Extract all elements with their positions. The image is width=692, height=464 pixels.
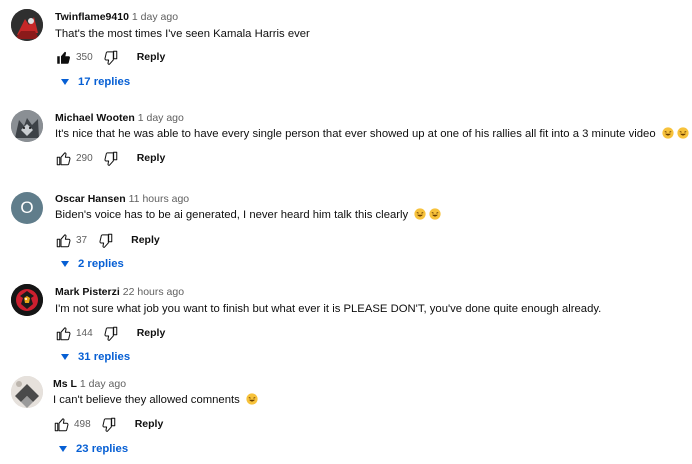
thumbs-up-icon xyxy=(56,326,70,340)
replies-count: 23 replies xyxy=(76,443,129,455)
like-button[interactable] xyxy=(55,232,71,248)
laughing-emoji-icon xyxy=(429,208,441,225)
laughing-emoji-icon xyxy=(677,127,689,144)
comment-text: That's the most times I've seen Kamala H… xyxy=(55,27,310,42)
checkered-avatar-icon xyxy=(11,376,43,408)
laughing-emoji-icon xyxy=(246,393,258,410)
avatar[interactable]: O xyxy=(11,192,43,224)
comment-actions: 144 Reply xyxy=(55,324,165,342)
comment-time[interactable]: 1 day ago xyxy=(132,11,178,23)
reply-button[interactable]: Reply xyxy=(131,234,160,246)
comment-text-content: Biden's voice has to be ai generated, I … xyxy=(55,209,409,221)
thumbs-down-icon xyxy=(104,50,118,65)
comment-header: Oscar Hansen 11 hours ago xyxy=(55,192,189,206)
thumbs-up-icon xyxy=(56,51,70,64)
reply-button[interactable]: Reply xyxy=(137,152,166,164)
avatar[interactable] xyxy=(11,284,43,316)
red-figure-avatar-icon xyxy=(11,9,43,41)
comment-header: Ms L1 day ago xyxy=(53,377,126,391)
comment-text: I can't believe they allowed comnents xyxy=(53,393,258,410)
comment-text: Biden's voice has to be ai generated, I … xyxy=(55,208,441,225)
caret-down-icon xyxy=(59,446,67,452)
comment-text-content: That's the most times I've seen Kamala H… xyxy=(55,28,310,40)
reply-button[interactable]: Reply xyxy=(137,51,166,63)
like-button[interactable] xyxy=(55,49,71,65)
thumbs-down-icon xyxy=(104,151,118,166)
view-replies-button[interactable]: 31 replies xyxy=(61,351,130,363)
comment-time[interactable]: 22 hours ago xyxy=(123,286,184,298)
comment-time[interactable]: 1 day ago xyxy=(138,112,184,124)
laughing-emoji-icon xyxy=(414,208,426,225)
comment-time[interactable]: 11 hours ago xyxy=(129,193,190,205)
comment-text: It's nice that he was able to have every… xyxy=(55,127,692,144)
author-name[interactable]: Michael Wooten xyxy=(55,112,135,124)
comment-time[interactable]: 1 day ago xyxy=(80,378,126,390)
caret-down-icon xyxy=(61,354,69,360)
thumbs-down-icon xyxy=(104,326,118,341)
dislike-button[interactable] xyxy=(103,150,119,166)
thumbs-up-icon xyxy=(54,417,68,431)
view-replies-button[interactable]: 17 replies xyxy=(61,76,130,88)
view-replies-button[interactable]: 23 replies xyxy=(59,443,128,455)
author-name[interactable]: Twinflame9410 xyxy=(55,11,129,23)
caret-down-icon xyxy=(61,261,69,267)
comment-text-content: I can't believe they allowed comnents xyxy=(53,394,240,406)
author-name[interactable]: Ms L xyxy=(53,378,77,390)
laughing-emoji-icon xyxy=(662,127,674,144)
comment-actions: 498 Reply xyxy=(53,415,163,433)
comment-header: Mark Pisterzi 22 hours ago xyxy=(55,285,184,299)
comment-text-content: It's nice that he was able to have every… xyxy=(55,128,656,140)
reply-button[interactable]: Reply xyxy=(137,327,166,339)
reply-button[interactable]: Reply xyxy=(135,418,164,430)
wolf-avatar-icon xyxy=(11,110,43,142)
replies-count: 2 replies xyxy=(78,258,124,270)
like-button[interactable] xyxy=(55,325,71,341)
blackhawks-logo-avatar-icon xyxy=(11,284,43,316)
like-count: 144 xyxy=(76,327,93,339)
like-count: 290 xyxy=(76,152,93,164)
letter-avatar-icon: O xyxy=(20,198,34,217)
view-replies-button[interactable]: 2 replies xyxy=(61,258,124,270)
comment-text: I'm not sure what job you want to finish… xyxy=(55,302,601,317)
dislike-button[interactable] xyxy=(103,325,119,341)
comment-text-content: I'm not sure what job you want to finish… xyxy=(55,303,602,315)
avatar[interactable] xyxy=(11,376,43,408)
author-name[interactable]: Oscar Hansen xyxy=(55,193,126,205)
replies-count: 17 replies xyxy=(78,76,131,88)
like-count: 37 xyxy=(76,234,88,246)
comment-header: Michael Wooten 1 day ago xyxy=(55,111,184,125)
dislike-button[interactable] xyxy=(97,232,113,248)
like-button[interactable] xyxy=(53,416,69,432)
thumbs-up-icon xyxy=(56,233,70,247)
thumbs-up-icon xyxy=(56,151,70,165)
author-name[interactable]: Mark Pisterzi xyxy=(55,286,120,298)
like-count: 498 xyxy=(74,418,91,430)
comment-header: Twinflame9410 1 day ago xyxy=(55,10,178,24)
replies-count: 31 replies xyxy=(78,351,131,363)
comment-actions: 350 Reply xyxy=(55,48,165,66)
avatar[interactable] xyxy=(11,9,43,41)
thumbs-down-icon xyxy=(102,417,116,432)
like-button[interactable] xyxy=(55,150,71,166)
comment-actions: 37 Reply xyxy=(55,231,160,249)
avatar[interactable] xyxy=(11,110,43,142)
thumbs-down-icon xyxy=(99,233,112,248)
like-count: 350 xyxy=(76,51,93,63)
dislike-button[interactable] xyxy=(103,49,119,65)
comment-actions: 290 Reply xyxy=(55,149,165,167)
caret-down-icon xyxy=(61,79,69,85)
dislike-button[interactable] xyxy=(101,416,117,432)
